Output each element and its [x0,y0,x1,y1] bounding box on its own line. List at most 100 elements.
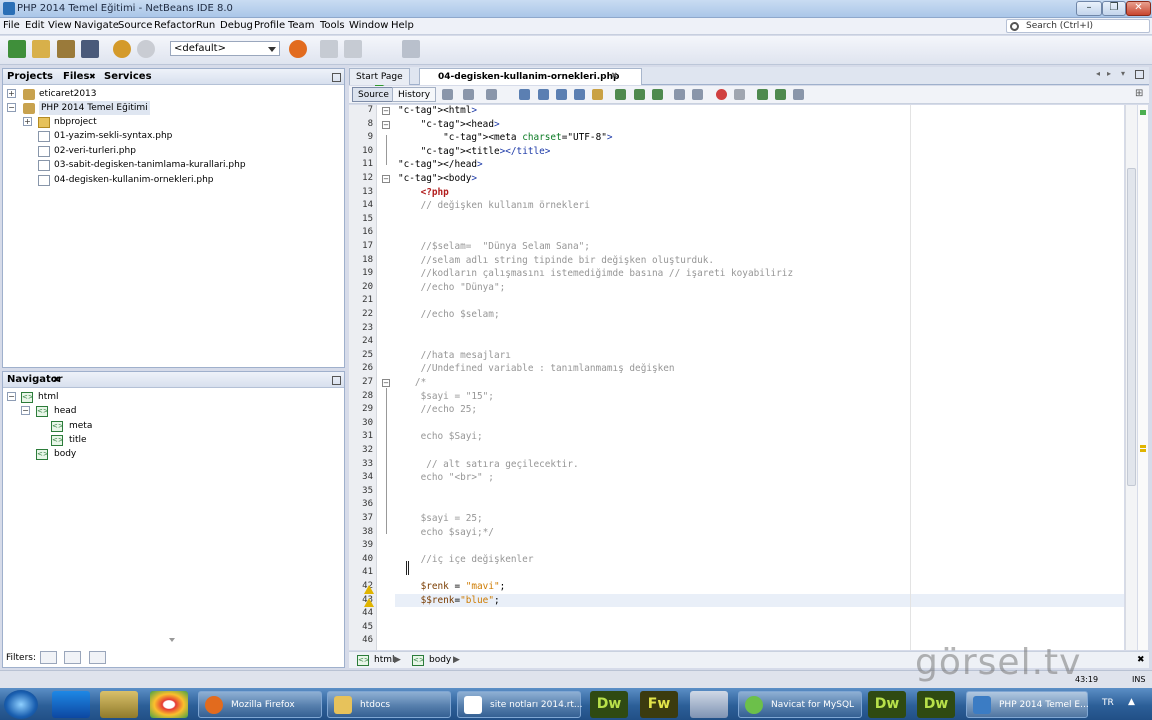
explorer-icon[interactable] [100,691,138,718]
menu-navigate[interactable]: Navigate [74,20,119,31]
minimize-panel-icon[interactable] [332,376,341,385]
breadcrumb-body[interactable]: body [429,655,451,665]
language-indicator[interactable]: TR [1102,698,1114,708]
code-line[interactable]: //echo "Dünya"; [398,282,506,293]
maximize-editor-icon[interactable] [1135,70,1144,79]
uncomment-icon[interactable] [775,89,786,100]
stop-macro-icon[interactable] [734,89,745,100]
shift-left-icon[interactable] [674,89,685,100]
scroll-tabs-left-icon[interactable]: ◂ [1096,69,1100,78]
collapse-icon[interactable]: − [7,392,16,401]
breadcrumb-html[interactable]: html [374,655,395,665]
shift-right-icon[interactable] [692,89,703,100]
internet-explorer-icon[interactable] [52,691,90,718]
code-line[interactable]: echo "<br>" ; [398,472,494,483]
scroll-tabs-right-icon[interactable]: ▸ [1107,69,1111,78]
toggle-highlight-icon[interactable] [574,89,585,100]
code-line[interactable]: //kodların çalışmasını istemediğimde bas… [398,268,794,279]
database-icon[interactable] [793,89,804,100]
code-line[interactable]: "c-tag"><body> [398,173,477,184]
comment-icon[interactable] [757,89,768,100]
fold-collapse-icon[interactable]: − [382,107,390,115]
close-icon[interactable]: ✖ [53,375,60,384]
taskbar-netbeans[interactable]: PHP 2014 Temel E... [966,691,1089,718]
collapse-icon[interactable]: − [7,103,16,112]
warning-icon[interactable] [364,585,374,594]
minimize-panel-icon[interactable] [332,73,341,82]
code-line[interactable]: "c-tag"><title></title> [398,146,551,157]
menu-file[interactable]: File [3,20,20,31]
tab-files[interactable]: Files [63,71,89,82]
menu-window[interactable]: Window [349,20,388,31]
code-line[interactable]: // değişken kullanım örnekleri [398,200,590,211]
open-project-icon[interactable] [57,40,75,58]
find-icon[interactable] [519,89,530,100]
expand-icon[interactable]: + [23,117,32,126]
redo-icon[interactable] [137,40,155,58]
warning-icon[interactable] [364,598,374,607]
back-icon[interactable] [463,89,474,100]
toggle-bookmark-icon[interactable] [652,89,663,100]
fold-collapse-icon[interactable]: − [382,379,390,387]
tab-services[interactable]: Services [104,71,152,82]
dreamweaver-icon[interactable]: Dw [917,691,955,718]
code-line[interactable]: "c-tag"><html> [398,105,477,116]
taskbar-firefox[interactable]: Mozilla Firefox [198,691,322,718]
filter-inherited-icon[interactable] [64,651,81,664]
previous-bookmark-icon[interactable] [615,89,626,100]
start-macro-icon[interactable] [716,89,727,100]
code-line[interactable]: $sayi = "15"; [398,391,494,402]
code-line[interactable]: //iç içe değişkenler [398,554,534,565]
collapse-icon[interactable]: − [21,406,30,415]
code-area[interactable] [395,105,1124,650]
dreamweaver-icon[interactable]: Dw [590,691,628,718]
save-all-icon[interactable] [81,40,99,58]
code-line[interactable]: echo $Sayi; [398,431,483,442]
code-line[interactable]: //hata mesajları [398,350,511,361]
build-icon[interactable] [320,40,338,58]
history-view-button[interactable]: History [392,87,437,102]
show-opened-documents-icon[interactable]: ▾ [1121,69,1125,78]
code-line[interactable]: "c-tag"></head> [398,159,483,170]
close-tab-icon[interactable]: ✖ [611,71,618,80]
menu-source[interactable]: Source [118,20,152,31]
close-icon[interactable]: ✖ [89,72,96,81]
debug-icon[interactable] [402,40,420,58]
tab-projects[interactable]: Projects [7,71,53,82]
menu-refactor[interactable]: Refactor [154,20,196,31]
toggle-rectangular-selection-icon[interactable] [592,89,603,100]
code-line[interactable]: "c-tag"><head> [398,119,500,130]
search-input[interactable]: Search (Ctrl+I) [1006,19,1150,33]
error-stripe[interactable] [1138,105,1148,650]
new-file-icon[interactable] [32,40,50,58]
filter-fields-icon[interactable] [40,651,57,664]
warning-marker[interactable] [1140,445,1146,448]
source-view-button[interactable]: Source [352,87,395,102]
fold-collapse-icon[interactable]: − [382,175,390,183]
maximize-button[interactable]: ❐ [1102,1,1126,16]
forward-icon[interactable] [486,89,497,100]
tab-current-file[interactable]: 04-degisken-kullanim-ornekleri.php [419,68,643,85]
config-select[interactable]: <default> [170,41,280,56]
clean-build-icon[interactable] [344,40,362,58]
code-line[interactable]: echo $sayi;*/ [398,527,494,538]
show-hidden-icons-icon[interactable]: ▲ [1128,697,1135,707]
code-line[interactable]: $renk = "mavi"; [398,581,506,592]
code-line[interactable]: //echo $selam; [398,309,500,320]
menu-help[interactable]: Help [391,20,414,31]
new-project-icon[interactable] [8,40,26,58]
code-line[interactable]: $sayi = 25; [398,513,483,524]
code-line[interactable]: //echo 25; [398,404,477,415]
menu-debug[interactable]: Debug [220,20,253,31]
split-view-icon[interactable]: ⊞ [1135,88,1143,99]
chrome-icon[interactable] [150,691,188,718]
menu-run[interactable]: Run [196,20,215,31]
code-line[interactable]: "c-tag"><meta charset="UTF-8"> [398,132,612,143]
fireworks-icon[interactable]: Fw [640,691,678,718]
start-button[interactable] [4,690,38,719]
dreamweaver-icon[interactable]: Dw [868,691,906,718]
close-button[interactable]: ✕ [1126,1,1151,16]
last-edit-icon[interactable] [442,89,453,100]
taskbar-navicat[interactable]: Navicat for MySQL [738,691,862,718]
filter-static-icon[interactable] [89,651,106,664]
